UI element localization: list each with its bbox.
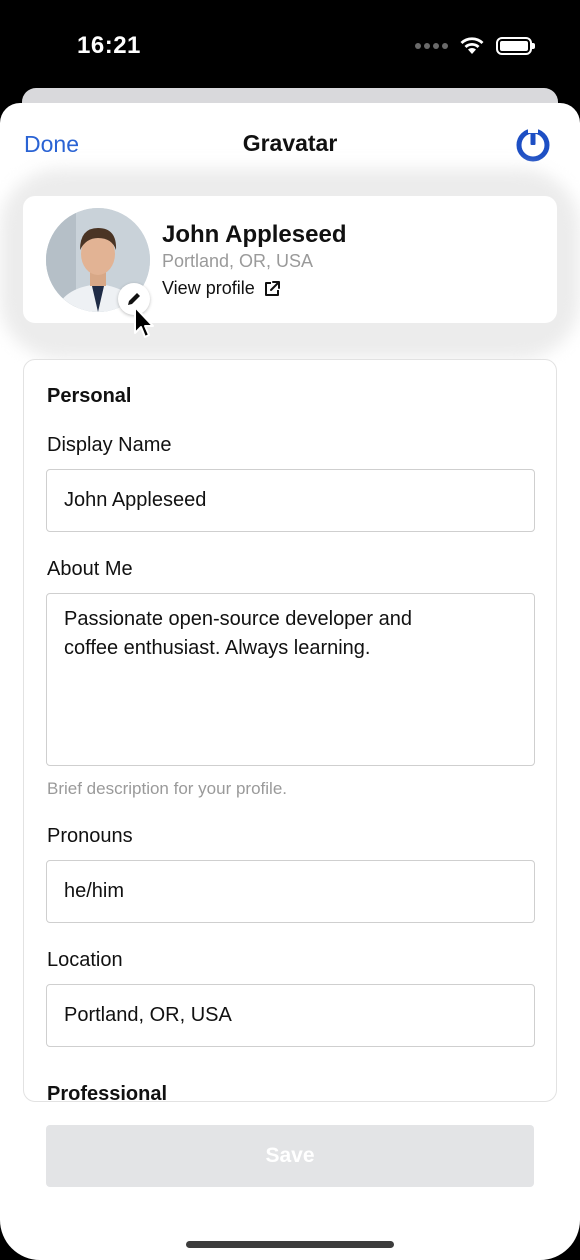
status-icons	[415, 36, 535, 56]
cellular-signal-icon	[415, 43, 448, 49]
gravatar-sheet: Done Gravatar John Appleseed Portland, O…	[0, 103, 580, 1260]
pronouns-field[interactable]: he/him	[46, 860, 535, 923]
save-button[interactable]: Save	[46, 1125, 534, 1187]
profile-location: Portland, OR, USA	[162, 251, 314, 271]
gravatar-logo-icon[interactable]	[516, 128, 550, 162]
about-me-hint: Brief description for your profile.	[47, 779, 287, 798]
status-time: 16:21	[77, 32, 141, 59]
battery-icon	[496, 37, 535, 55]
profile-form: Personal Display Name John Appleseed Abo…	[23, 359, 557, 1102]
profile-card: John Appleseed Portland, OR, USA View pr…	[23, 196, 557, 323]
home-indicator[interactable]	[186, 1241, 394, 1248]
pronouns-label: Pronouns	[47, 825, 133, 847]
view-profile-label: View profile	[162, 278, 255, 298]
about-me-line-2: coffee enthusiast. Always learning.	[64, 637, 371, 659]
external-link-icon	[264, 280, 280, 296]
location-field[interactable]: Portland, OR, USA	[46, 984, 535, 1047]
professional-section-title: Professional	[47, 1083, 168, 1102]
display-name-label: Display Name	[47, 434, 172, 456]
display-name-field[interactable]: John Appleseed	[46, 469, 535, 532]
mouse-cursor-icon	[134, 306, 154, 338]
about-me-label: About Me	[47, 558, 133, 580]
view-profile-link[interactable]: View profile	[162, 278, 281, 299]
status-bar: 16:21	[0, 0, 580, 100]
location-label: Location	[47, 949, 123, 971]
about-me-line-1: Passionate open-source developer and	[64, 608, 413, 630]
page-title: Gravatar	[242, 130, 338, 156]
profile-name: John Appleseed	[162, 221, 347, 248]
wifi-icon	[460, 37, 484, 54]
personal-section-title: Personal	[47, 385, 132, 407]
about-me-field[interactable]: Passionate open-source developer and cof…	[46, 593, 535, 766]
